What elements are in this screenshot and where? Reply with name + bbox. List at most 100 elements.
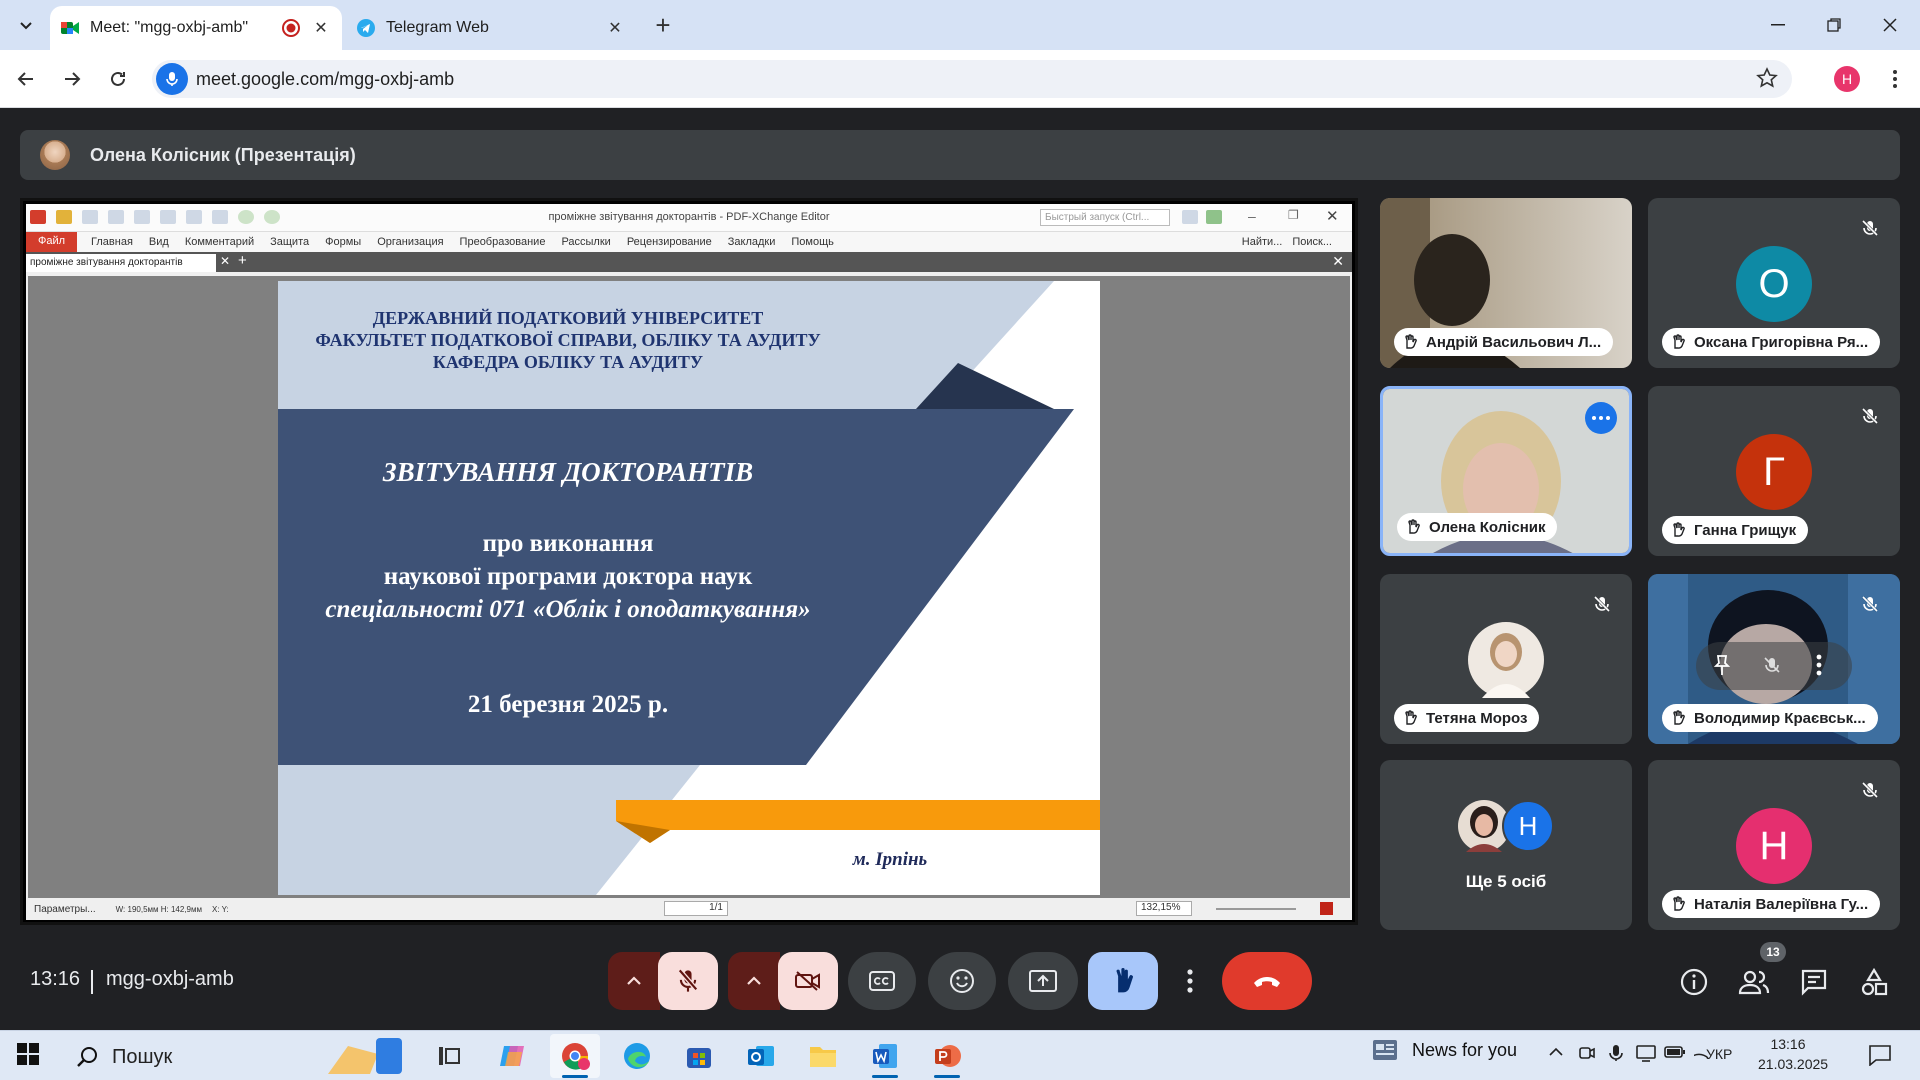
captions-button[interactable] xyxy=(848,952,916,1010)
pdf-menu-view[interactable]: Вид xyxy=(149,236,169,248)
pdf-menu-file[interactable]: Файл xyxy=(26,232,78,252)
pdf-minimize-icon[interactable]: – xyxy=(1248,208,1256,224)
pdf-menu-convert[interactable]: Преобразование xyxy=(460,236,546,248)
activities-button[interactable] xyxy=(1854,962,1894,1002)
copilot-button[interactable] xyxy=(488,1034,538,1078)
restore-button[interactable] xyxy=(1806,8,1862,42)
pdf-page-input[interactable]: 1/1 xyxy=(664,901,728,916)
pdf-doc-tabs: проміжне звітування докторантів ✕ + ✕ xyxy=(26,252,1352,272)
chat-button[interactable] xyxy=(1794,962,1834,1002)
taskbar-search[interactable]: Пошук xyxy=(62,1038,420,1074)
more-options-button[interactable] xyxy=(1170,952,1210,1010)
pdf-close-icon[interactable]: ✕ xyxy=(1326,207,1339,225)
mute-participant-icon[interactable] xyxy=(1762,654,1782,676)
pin-icon[interactable] xyxy=(1712,654,1732,676)
chrome-icon xyxy=(562,1043,590,1070)
participant-tile[interactable]: О Оксана Григорівна Ря... xyxy=(1648,198,1900,368)
microphone-in-use-icon[interactable] xyxy=(156,63,188,95)
microphone-in-use-icon[interactable] xyxy=(1608,1044,1624,1062)
participant-tile[interactable]: Андрій Васильович Л... xyxy=(1380,198,1632,368)
leave-call-button[interactable] xyxy=(1222,952,1312,1010)
reactions-button[interactable] xyxy=(928,952,996,1010)
language-indicator[interactable]: УКР xyxy=(1706,1046,1732,1062)
mic-off-icon xyxy=(1861,595,1879,613)
pdf-red-icon[interactable] xyxy=(1320,902,1333,915)
news-widget[interactable]: News for you xyxy=(1372,1038,1517,1062)
pdf-menu-forms[interactable]: Формы xyxy=(325,236,361,248)
pdf-menu-protect[interactable]: Защита xyxy=(270,236,309,248)
taskbar-edge[interactable] xyxy=(612,1034,662,1078)
taskbar-explorer[interactable] xyxy=(798,1034,848,1078)
reload-button[interactable] xyxy=(102,63,134,95)
address-bar[interactable]: meet.google.com/mgg-oxbj-amb xyxy=(152,60,1792,98)
participant-tile[interactable]: Тетяна Мороз xyxy=(1380,574,1632,744)
pdf-restore-icon[interactable]: ❐ xyxy=(1288,208,1299,222)
arrow-right-icon xyxy=(65,72,81,86)
participant-name-chip: Наталія Валеріївна Гу... xyxy=(1662,890,1881,918)
taskbar-powerpoint[interactable] xyxy=(922,1034,972,1078)
more-vertical-icon xyxy=(1893,70,1897,88)
pdf-menu-comment[interactable]: Комментарий xyxy=(185,236,254,248)
taskbar-clock[interactable]: 13:16 21.03.2025 xyxy=(1758,1034,1828,1074)
windows-start-icon[interactable] xyxy=(16,1042,40,1066)
pdf-menu-organize[interactable]: Организация xyxy=(377,236,443,248)
new-tab-button[interactable]: + xyxy=(650,10,676,40)
layout-icon[interactable] xyxy=(1206,210,1222,224)
pdf-find[interactable]: Найти... xyxy=(1242,236,1283,248)
taskbar-word[interactable] xyxy=(860,1034,910,1078)
audio-options-button[interactable] xyxy=(608,952,660,1010)
settings-icon[interactable] xyxy=(1182,210,1198,224)
forward-button[interactable] xyxy=(56,63,88,95)
minimize-button[interactable] xyxy=(1750,8,1806,42)
task-view-button[interactable] xyxy=(424,1034,474,1078)
camera-in-use-icon[interactable] xyxy=(1578,1044,1596,1062)
bookmark-star-icon[interactable] xyxy=(1756,67,1778,89)
show-hidden-icons-chevron-up-icon[interactable] xyxy=(1548,1044,1564,1060)
close-window-button[interactable] xyxy=(1862,8,1918,42)
pdf-close-doc-icon[interactable]: ✕ xyxy=(1332,253,1344,270)
pdf-search[interactable]: Поиск... xyxy=(1292,236,1332,248)
meeting-details-button[interactable] xyxy=(1674,962,1714,1002)
profile-avatar[interactable]: H xyxy=(1834,66,1860,92)
pdf-menu-mailings[interactable]: Рассылки xyxy=(561,236,610,248)
pdf-menu-bookmarks[interactable]: Закладки xyxy=(728,236,776,248)
participant-tile-active[interactable]: Олена Колісник xyxy=(1380,386,1632,556)
pdf-menu-help[interactable]: Помощь xyxy=(791,236,834,248)
more-participants-tile[interactable]: Н Ще 5 осіб xyxy=(1380,760,1632,930)
pdf-zoom-input[interactable]: 132,15% xyxy=(1136,901,1192,916)
battery-icon[interactable] xyxy=(1664,1044,1686,1060)
pdf-zoom-slider[interactable] xyxy=(1216,908,1296,910)
more-vertical-icon[interactable] xyxy=(1816,654,1822,676)
participant-options-button[interactable] xyxy=(1585,402,1617,434)
taskbar-chrome[interactable] xyxy=(550,1034,600,1078)
slide-university: ДЕРЖАВНИЙ ПОДАТКОВИЙ УНІВЕРСИТЕТ xyxy=(372,308,764,328)
participant-tile[interactable]: Г Ганна Грищук xyxy=(1648,386,1900,556)
pdf-new-tab-icon[interactable]: + xyxy=(238,252,247,269)
browser-menu-button[interactable] xyxy=(1880,64,1910,94)
video-options-button[interactable] xyxy=(728,952,780,1010)
participant-tile[interactable]: Н Наталія Валеріївна Гу... xyxy=(1648,760,1900,930)
present-screen-button[interactable] xyxy=(1008,952,1078,1010)
display-icon[interactable] xyxy=(1636,1044,1656,1062)
pdf-close-doc-tab-icon[interactable]: ✕ xyxy=(220,254,230,268)
people-button[interactable] xyxy=(1734,962,1774,1002)
microphone-toggle-button[interactable] xyxy=(658,952,718,1010)
close-tab-icon[interactable]: ✕ xyxy=(310,17,332,39)
pdf-params[interactable]: Параметры... xyxy=(34,904,96,915)
tab-search-button[interactable] xyxy=(10,10,42,40)
notifications-icon[interactable] xyxy=(1868,1044,1892,1066)
pdf-menu-review[interactable]: Рецензирование xyxy=(627,236,712,248)
pdf-extra-icons xyxy=(1182,210,1222,224)
back-button[interactable] xyxy=(10,63,42,95)
camera-toggle-button[interactable] xyxy=(778,952,838,1010)
close-tab-icon[interactable]: ✕ xyxy=(604,17,626,39)
participant-tile-hovered[interactable]: Володимир Краєвськ... xyxy=(1648,574,1900,744)
pdf-menu-home[interactable]: Главная xyxy=(91,236,133,248)
taskbar-outlook[interactable] xyxy=(736,1034,786,1078)
tab-meet[interactable]: Meet: "mgg-oxbj-amb" ✕ xyxy=(50,6,342,50)
pdf-doc-tab[interactable]: проміжне звітування докторантів xyxy=(26,254,216,272)
quick-launch-input[interactable]: Быстрый запуск (Ctrl... xyxy=(1040,209,1170,226)
tab-telegram[interactable]: Telegram Web ✕ xyxy=(346,6,636,50)
taskbar-store[interactable] xyxy=(674,1034,724,1078)
raise-hand-button[interactable] xyxy=(1088,952,1158,1010)
